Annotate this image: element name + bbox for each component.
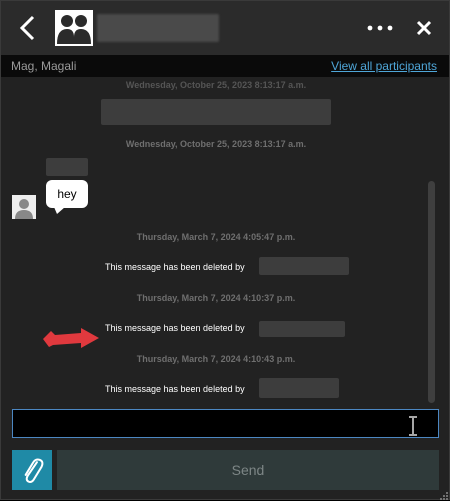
resize-grip-icon[interactable] [437,489,449,501]
text-cursor-icon [409,416,417,436]
avatar [12,195,36,219]
scrollbar[interactable] [428,181,435,403]
redacted-name [259,257,349,275]
attach-button[interactable] [12,450,52,490]
send-button[interactable]: Send [57,450,439,490]
close-icon[interactable] [411,15,437,41]
participant-names: Mag, Magali [11,59,77,73]
deleted-message: This message has been deleted by [105,262,245,272]
red-arrow-annotation [43,328,99,348]
message-list: Wednesday, October 25, 2023 8:13:17 a.m.… [1,77,449,403]
message-bubble: hey [46,180,88,214]
conversation-window: Mag, Magali View all participants Wednes… [0,0,450,500]
redacted-message [101,99,331,125]
message-timestamp: Thursday, March 7, 2024 4:10:37 p.m. [136,293,296,303]
redacted-sender [46,158,88,176]
message-timestamp: Thursday, March 7, 2024 4:05:47 p.m. [136,232,296,242]
group-icon [55,10,93,46]
participants-bar: Mag, Magali View all participants [1,55,449,77]
redacted-name [259,321,345,337]
message-input[interactable] [12,409,439,438]
chevron-left-icon[interactable] [15,13,41,43]
header [1,1,449,55]
view-all-participants-link[interactable]: View all participants [331,59,437,73]
redacted-title [97,14,219,42]
message-timestamp: Wednesday, October 25, 2023 8:13:17 a.m. [125,139,307,149]
message-timestamp: Thursday, March 7, 2024 4:10:43 p.m. [136,354,296,364]
ellipsis-icon[interactable] [365,17,395,39]
deleted-message: This message has been deleted by [105,384,245,394]
redacted-name [259,378,339,398]
message-timestamp: Wednesday, October 25, 2023 8:13:17 a.m. [125,80,307,90]
deleted-message: This message has been deleted by [105,323,245,333]
paperclip-icon [24,458,44,483]
